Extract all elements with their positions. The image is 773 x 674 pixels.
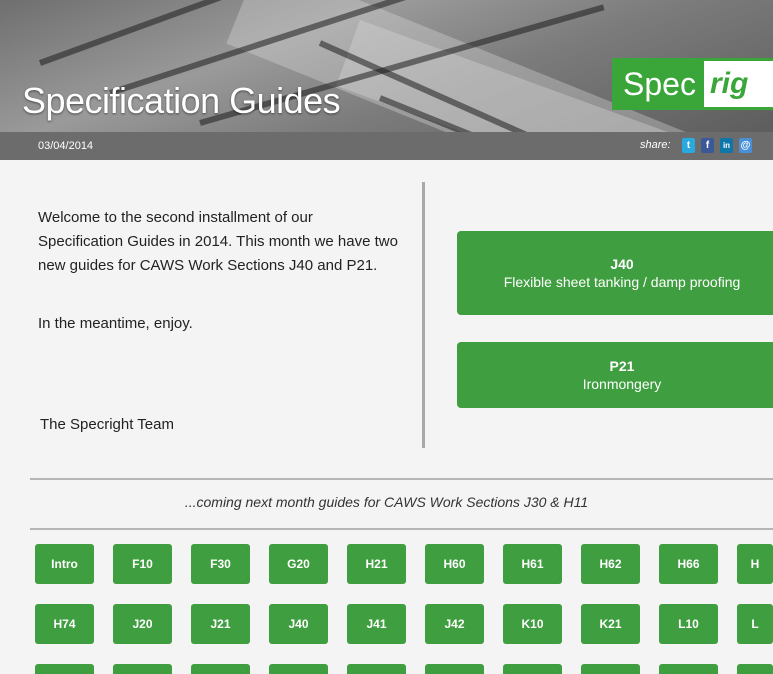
tile-h62[interactable]: H62 <box>581 544 640 584</box>
logo-spec: Spec <box>615 61 704 107</box>
tile-l10[interactable]: L10 <box>659 604 718 644</box>
intro-paragraph: In the meantime, enjoy. <box>38 315 193 332</box>
tile-row3-partial[interactable] <box>269 664 328 674</box>
tile-row3-partial[interactable] <box>347 664 406 674</box>
guide-button-j40[interactable]: J40 Flexible sheet tanking / damp proofi… <box>457 231 773 315</box>
tile-row3-partial[interactable] <box>425 664 484 674</box>
guide-button-p21[interactable]: P21 Ironmongery <box>457 342 773 408</box>
tile-j41[interactable]: J41 <box>347 604 406 644</box>
horizontal-divider <box>30 478 773 480</box>
email-icon[interactable]: @ <box>739 138 752 153</box>
horizontal-divider <box>30 528 773 530</box>
tile-h-partial[interactable]: H <box>737 544 773 584</box>
tile-h60[interactable]: H60 <box>425 544 484 584</box>
tile-h21[interactable]: H21 <box>347 544 406 584</box>
twitter-icon[interactable]: t <box>682 138 695 153</box>
logo-right: rig <box>709 67 749 100</box>
intro-paragraph: Welcome to the second installment of our… <box>38 209 398 274</box>
vertical-divider <box>422 182 425 448</box>
tile-l-partial[interactable]: L <box>737 604 773 644</box>
tile-intro[interactable]: Intro <box>35 544 94 584</box>
header-banner: Specification Guides Spec rig <box>0 0 773 132</box>
tile-row3-partial[interactable] <box>581 664 640 674</box>
tile-h61[interactable]: H61 <box>503 544 562 584</box>
tile-row3-partial[interactable] <box>503 664 562 674</box>
guide-code: J40 <box>610 256 634 272</box>
tile-f30[interactable]: F30 <box>191 544 250 584</box>
tile-j42[interactable]: J42 <box>425 604 484 644</box>
specright-logo[interactable]: Spec rig <box>612 58 773 110</box>
tile-h66[interactable]: H66 <box>659 544 718 584</box>
coming-next-note: ...coming next month guides for CAWS Wor… <box>184 494 589 510</box>
guide-title: Ironmongery <box>582 376 662 392</box>
tile-k10[interactable]: K10 <box>503 604 562 644</box>
guide-code: P21 <box>609 358 635 374</box>
tile-j20[interactable]: J20 <box>113 604 172 644</box>
tile-g20[interactable]: G20 <box>269 544 328 584</box>
facebook-icon[interactable]: f <box>701 138 714 153</box>
intro-text: Welcome to the second installment of our… <box>38 206 398 370</box>
guide-title: Flexible sheet tanking / damp proofing <box>503 274 741 290</box>
tile-row3-partial[interactable] <box>35 664 94 674</box>
tile-row3-partial[interactable] <box>113 664 172 674</box>
tile-h74[interactable]: H74 <box>35 604 94 644</box>
page-title: Specification Guides <box>22 80 341 121</box>
issue-date: 03/04/2014 <box>38 140 94 152</box>
tile-row3-partial[interactable] <box>191 664 250 674</box>
tile-row3-partial[interactable] <box>659 664 718 674</box>
share-label: share: <box>640 139 671 151</box>
tile-j40[interactable]: J40 <box>269 604 328 644</box>
info-bar: 03/04/2014 share: t f in @ <box>0 132 773 160</box>
tile-f10[interactable]: F10 <box>113 544 172 584</box>
signoff: The Specright Team <box>40 416 174 433</box>
linkedin-icon[interactable]: in <box>720 138 733 153</box>
tile-j21[interactable]: J21 <box>191 604 250 644</box>
tile-row3-partial[interactable] <box>737 664 773 674</box>
tile-k21[interactable]: K21 <box>581 604 640 644</box>
